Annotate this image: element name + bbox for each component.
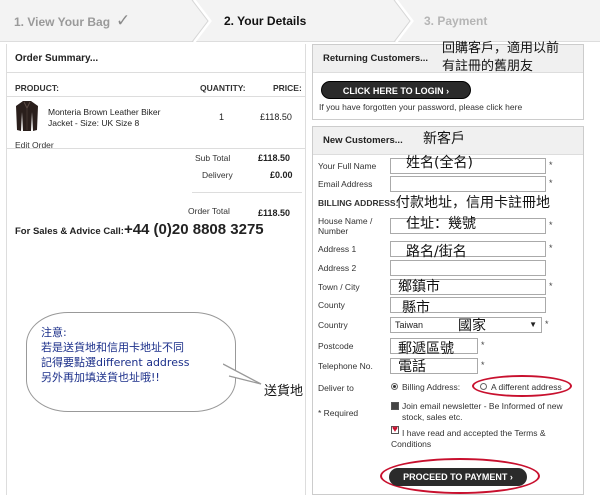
divider xyxy=(7,96,305,97)
check-icon: ✓ xyxy=(116,11,131,30)
country-label: Country xyxy=(318,320,348,330)
house-label: House Name / Number xyxy=(318,216,373,236)
checkout-steps: 1. View Your Bag ✓ 2. Your Details 3. Pay… xyxy=(0,0,600,42)
deliver-to-label: Deliver to xyxy=(318,383,354,393)
forgot-password-link[interactable]: If you have forgotten your password, ple… xyxy=(319,102,522,112)
country-annotation: 國家 xyxy=(458,318,486,334)
ship-annotation: 送貨地 xyxy=(264,384,304,399)
required-mark: * xyxy=(481,360,485,370)
required-note: * Required xyxy=(318,408,359,418)
road-annotation: 路名/街名 xyxy=(406,244,467,260)
login-button[interactable]: CLICK HERE TO LOGIN › xyxy=(321,81,471,99)
note-line: 記得要點選different address xyxy=(41,356,190,369)
product-quantity: 1 xyxy=(219,112,225,122)
terms-text: I have read and accepted the Terms & Con… xyxy=(391,428,546,449)
step-your-details: 2. Your Details xyxy=(224,14,307,28)
order-summary: Order Summary... PRODUCT: QUANTITY: PRIC… xyxy=(6,44,306,495)
required-mark: * xyxy=(545,319,549,329)
full-name-label: Your Full Name xyxy=(318,161,377,171)
town-annotation: 鄉鎮市 xyxy=(398,279,440,295)
newsletter-text: Join email newsletter - Be Informed of n… xyxy=(402,401,563,422)
telephone-label: Telephone No. xyxy=(318,361,373,371)
jacket-thumbnail[interactable] xyxy=(15,100,39,132)
bubble-tail xyxy=(223,363,262,385)
delivery-label: Delivery xyxy=(202,170,233,180)
quantity-header: QUANTITY: xyxy=(200,83,246,93)
divider xyxy=(7,72,305,73)
county-annotation: 縣市 xyxy=(402,300,430,316)
highlight-oval xyxy=(472,375,572,397)
divider xyxy=(7,148,305,149)
required-mark: * xyxy=(549,243,553,253)
sales-advice: For Sales & Advice Call:+44 (0)20 8808 3… xyxy=(15,221,264,238)
town-label: Town / City xyxy=(318,282,360,292)
house-annotation: 住址：幾號 xyxy=(406,216,476,232)
required-mark: * xyxy=(549,220,553,230)
billing-address-option[interactable]: Billing Address: xyxy=(402,382,460,392)
product-name[interactable]: Monteria Brown Leather Biker Jacket - Si… xyxy=(48,107,173,129)
chevron-right-icon xyxy=(191,0,212,42)
divider xyxy=(192,192,302,193)
new-customer-annotation: 新客戶 xyxy=(423,131,465,147)
subtotal-value: £118.50 xyxy=(258,153,291,163)
email-field[interactable] xyxy=(390,176,546,192)
product-header: PRODUCT: xyxy=(15,83,59,93)
billing-address-title: BILLING ADDRESS: xyxy=(318,198,399,208)
chevron-right-icon xyxy=(393,0,414,42)
step-view-bag[interactable]: 1. View Your Bag ✓ xyxy=(14,0,130,42)
address1-label: Address 1 xyxy=(318,244,357,254)
address2-label: Address 2 xyxy=(318,263,357,273)
subtotal-label: Sub Total xyxy=(195,153,231,163)
county-label: County xyxy=(318,300,345,310)
returning-annotation: 回購客戶，適用以前 有註冊的舊朋友 xyxy=(442,41,560,74)
name-annotation: 姓名(全名) xyxy=(406,155,473,171)
phone-annotation: 電話 xyxy=(398,359,426,375)
required-mark: * xyxy=(481,340,485,350)
required-mark: * xyxy=(549,281,553,291)
sales-label: For Sales & Advice Call: xyxy=(15,226,124,237)
billing-annotation: 付款地址，信用卡註冊地 xyxy=(396,195,550,211)
order-total-value: £118.50 xyxy=(258,208,291,218)
address2-field[interactable] xyxy=(390,260,546,276)
required-mark: * xyxy=(549,178,553,188)
billing-address-radio[interactable] xyxy=(391,383,398,390)
newsletter-checkbox[interactable] xyxy=(391,402,399,410)
step-payment: 3. Payment xyxy=(424,14,488,28)
delivery-value: £0.00 xyxy=(270,170,293,180)
order-summary-title: Order Summary... xyxy=(15,53,99,64)
proceed-to-payment-button[interactable]: PROCEED TO PAYMENT › xyxy=(389,468,527,486)
sales-phone: +44 (0)20 8808 3275 xyxy=(123,221,264,238)
note-line: 若是送貨地和信用卡地址不同 xyxy=(41,341,184,354)
email-label: Email Address xyxy=(318,179,373,189)
chevron-down-icon: ▼ xyxy=(529,320,537,329)
note-bubble: 注意: 若是送貨地和信用卡地址不同 記得要點選different address… xyxy=(26,312,236,412)
postcode-label: Postcode xyxy=(318,341,354,351)
product-price: £118.50 xyxy=(260,112,292,122)
country-value: Taiwan xyxy=(395,320,424,330)
price-header: PRICE: xyxy=(273,83,302,93)
step-view-bag-label: 1. View Your Bag xyxy=(14,15,111,29)
postcode-annotation: 郵遞區號 xyxy=(398,341,454,357)
order-total-label: Order Total xyxy=(188,206,230,216)
note-line: 另外再加填送貨也址哦!! xyxy=(41,371,160,384)
required-mark: * xyxy=(549,160,553,170)
note-line: 注意: xyxy=(41,326,67,339)
